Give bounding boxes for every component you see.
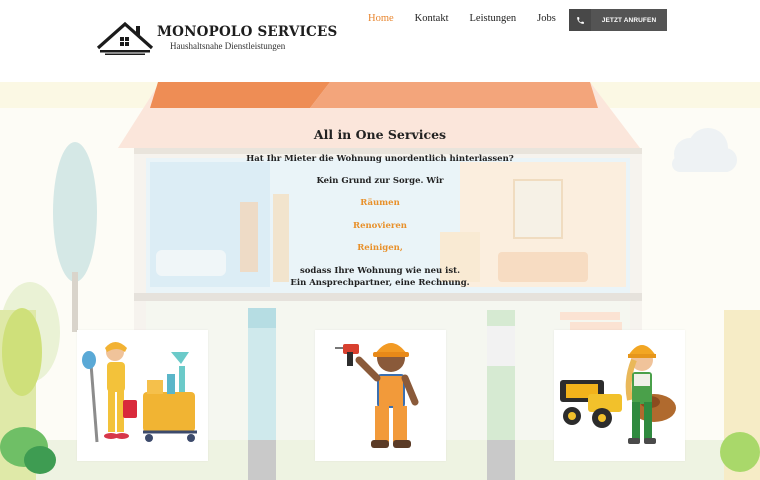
- house-logo-icon: [96, 21, 154, 55]
- hero-section: All in One Services Hat Ihr Mieter die W…: [0, 82, 760, 480]
- hero-reassure: Kein Grund zur Sorge. Wir: [316, 176, 444, 186]
- hero-question: Hat Ihr Mieter die Wohnung unordentlich …: [246, 154, 514, 164]
- service-renovieren: Renovieren: [353, 221, 407, 231]
- nav-jobs[interactable]: Jobs: [537, 13, 556, 24]
- main-nav: Home Kontakt Leistungen Jobs: [368, 13, 577, 24]
- renovation-worker-icon: [335, 343, 419, 448]
- nav-kontakt[interactable]: Kontakt: [415, 13, 449, 24]
- nav-leistungen[interactable]: Leistungen: [470, 13, 517, 24]
- service-card-clearance[interactable]: [554, 330, 685, 461]
- call-now-button[interactable]: JETZT ANRUFEN: [569, 9, 667, 31]
- service-card-renovation[interactable]: [315, 330, 446, 461]
- clearance-worker-icon: [560, 345, 676, 444]
- service-raeumen: Räumen: [360, 198, 400, 208]
- brand-name: MONOPOLO SERVICES: [157, 24, 338, 40]
- cleaning-worker-icon: [82, 342, 197, 443]
- hero-contact-line: Ein Ansprechpartner, eine Rechnung.: [290, 278, 470, 288]
- phone-icon: [569, 9, 591, 31]
- hero-title: All in One Services: [313, 127, 447, 142]
- service-card-cleaning[interactable]: [77, 330, 208, 461]
- site-header: MONOPOLO SERVICES Haushaltsnahe Dienstle…: [0, 0, 760, 82]
- brand-tagline: Haushaltsnahe Dienstleistungen: [170, 41, 286, 51]
- nav-home[interactable]: Home: [368, 13, 394, 24]
- call-now-label: JETZT ANRUFEN: [601, 16, 657, 24]
- logo[interactable]: MONOPOLO SERVICES Haushaltsnahe Dienstle…: [96, 20, 337, 58]
- hero-result: sodass Ihre Wohnung wie neu ist.: [299, 266, 461, 276]
- service-reinigen: Reinigen,: [357, 243, 403, 253]
